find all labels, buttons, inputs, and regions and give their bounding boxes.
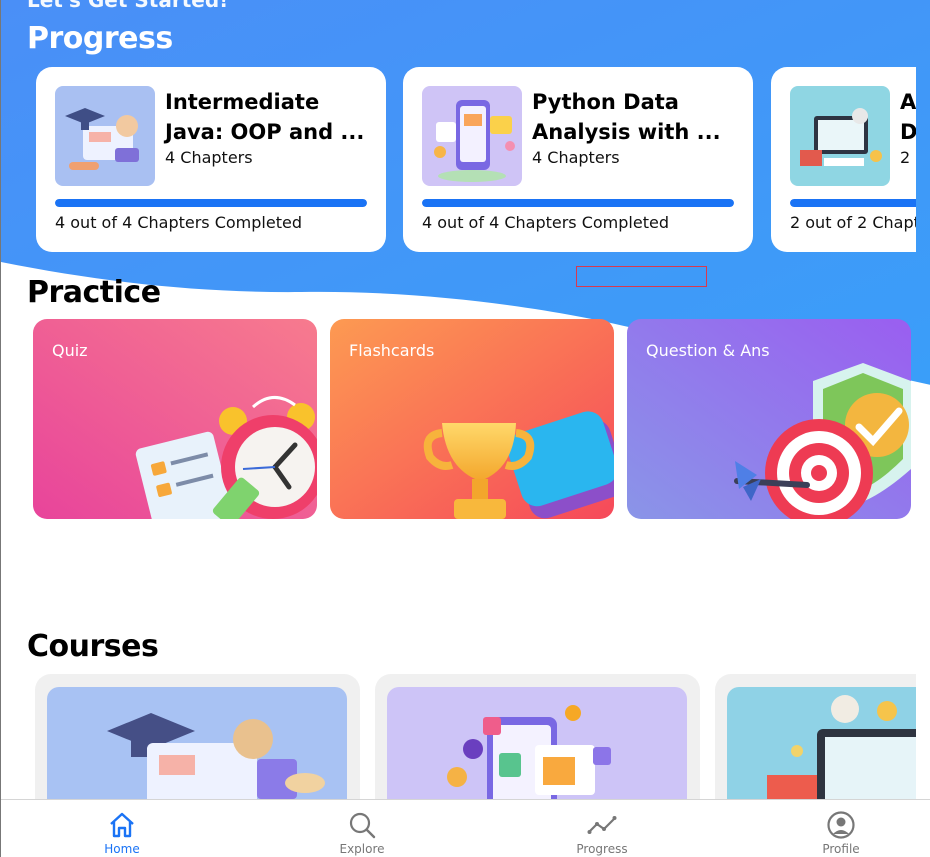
practice-card-label: Question & Ans bbox=[646, 341, 770, 360]
course-thumbnail bbox=[55, 86, 155, 186]
course-title: Python Data Analysis with ... bbox=[532, 90, 721, 144]
trend-icon bbox=[587, 816, 617, 834]
bottom-navigation: Home Explore Progress Profile bbox=[1, 799, 930, 857]
chapters-count: 4 Chapters bbox=[165, 148, 253, 167]
nav-home[interactable]: Home bbox=[82, 800, 162, 857]
course-thumbnail bbox=[790, 86, 890, 186]
nav-explore[interactable]: Explore bbox=[322, 800, 402, 857]
greeting-text: Let's Get Started! bbox=[27, 0, 229, 12]
flashcards-card[interactable]: Flashcards bbox=[330, 319, 614, 519]
completion-text: 4 out of 4 Chapters Completed bbox=[55, 213, 302, 232]
course-title: A... D... bbox=[900, 90, 916, 144]
nav-label: Profile bbox=[822, 842, 860, 856]
chapters-count: 2 C... bbox=[900, 148, 916, 167]
user-circle-icon bbox=[827, 811, 855, 839]
question-answer-card[interactable]: Question & Ans bbox=[627, 319, 911, 519]
completion-text: 4 out of 4 Chapters Completed bbox=[422, 213, 669, 232]
progress-card[interactable]: Python Data Analysis with ... 4 Chapters… bbox=[403, 67, 753, 252]
home-icon bbox=[110, 812, 134, 838]
nav-progress[interactable]: Progress bbox=[562, 800, 642, 857]
practice-card-label: Quiz bbox=[52, 341, 88, 360]
nav-profile[interactable]: Profile bbox=[801, 800, 881, 857]
progress-bar bbox=[790, 199, 916, 207]
course-card[interactable] bbox=[715, 674, 916, 800]
courses-carousel[interactable] bbox=[1, 670, 916, 800]
course-image bbox=[47, 687, 347, 800]
nav-label: Explore bbox=[339, 842, 385, 856]
course-card[interactable] bbox=[375, 674, 700, 800]
nav-label: Progress bbox=[576, 842, 628, 856]
course-image bbox=[727, 687, 916, 800]
nav-label: Home bbox=[104, 842, 140, 856]
course-image bbox=[387, 687, 687, 800]
courses-section-title: Courses bbox=[27, 629, 159, 664]
quiz-card[interactable]: Quiz bbox=[33, 319, 317, 519]
progress-bar bbox=[422, 199, 734, 207]
progress-card[interactable]: Intermediate Java: OOP and ... 4 Chapter… bbox=[36, 67, 386, 252]
highlight-box bbox=[576, 266, 707, 287]
progress-card[interactable]: A... D... 2 C... 2 out of 2 Chapte... bbox=[771, 67, 916, 252]
progress-section-title: Progress bbox=[27, 21, 173, 56]
course-card[interactable] bbox=[35, 674, 360, 800]
progress-bar bbox=[55, 199, 367, 207]
practice-section-title: Practice bbox=[27, 275, 161, 310]
practice-card-label: Flashcards bbox=[349, 341, 435, 360]
course-thumbnail bbox=[422, 86, 522, 186]
completion-text: 2 out of 2 Chapte... bbox=[790, 213, 916, 232]
progress-carousel[interactable]: Intermediate Java: OOP and ... 4 Chapter… bbox=[36, 67, 916, 253]
chapters-count: 4 Chapters bbox=[532, 148, 620, 167]
course-title: Intermediate Java: OOP and ... bbox=[165, 90, 365, 144]
search-icon bbox=[349, 812, 376, 839]
